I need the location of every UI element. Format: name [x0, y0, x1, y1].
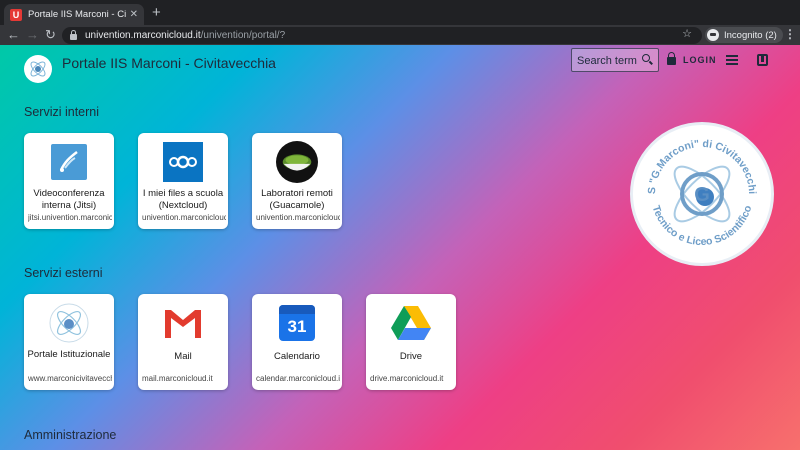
guacamole-icon — [276, 141, 318, 183]
browser-tab[interactable]: U Portale IIS Marconi - Civitavecchia ✕ — [4, 4, 144, 25]
tile-nextcloud[interactable]: I miei files a scuola (Nextcloud) univen… — [138, 133, 228, 229]
url-host: univention.marconicloud.it — [85, 30, 201, 41]
tile-drive[interactable]: Drive drive.marconicloud.it — [366, 294, 456, 390]
menu-icon[interactable] — [726, 55, 738, 65]
section-title-servizi-esterni: Servizi esterni — [24, 266, 103, 280]
nextcloud-icon — [162, 141, 204, 183]
browser-toolbar: ← → ↻ univention.marconicloud.it/univent… — [0, 25, 800, 45]
tile-calendario[interactable]: 31 Calendario calendar.marconicloud.it — [252, 294, 342, 390]
incognito-badge[interactable]: Incognito (2) — [705, 27, 783, 43]
tile-name: Portale Istituzionale — [27, 349, 111, 360]
marconi-icon — [48, 302, 90, 344]
new-tab-icon[interactable]: + — [152, 5, 161, 20]
tile-name: Videoconferenza interna (Jitsi) — [33, 188, 105, 211]
reload-icon[interactable]: ↻ — [45, 27, 56, 43]
incognito-icon — [707, 29, 719, 41]
gmail-icon — [162, 302, 204, 344]
portal-page: Portale IIS Marconi - Civitavecchia LOGI… — [0, 45, 800, 450]
calendar-icon: 31 — [276, 302, 318, 344]
drive-icon — [390, 302, 432, 344]
browser-tabstrip: U Portale IIS Marconi - Civitavecchia ✕ … — [0, 0, 800, 25]
tile-name: Mail — [174, 351, 192, 362]
portal-header: Portale IIS Marconi - Civitavecchia LOGI… — [0, 45, 800, 83]
tile-jitsi[interactable]: Videoconferenza interna (Jitsi) jitsi.un… — [24, 133, 114, 229]
tile-portale-istituzionale[interactable]: Portale Istituzionale www.marconicivitav… — [24, 294, 114, 390]
tile-name: Drive — [399, 351, 423, 362]
tile-guacamole[interactable]: Laboratori remoti (Guacamole) univention… — [252, 133, 342, 229]
close-tab-icon[interactable]: ✕ — [130, 9, 138, 20]
jitsi-icon — [48, 141, 90, 183]
incognito-label: Incognito (2) — [724, 29, 777, 41]
tile-name: Laboratori remoti (Guacamole) — [261, 188, 333, 211]
notifications-icon[interactable] — [757, 54, 768, 66]
lock-icon — [667, 52, 676, 65]
logo-bottom-text: Tecnico e Liceo Scientifico — [650, 204, 755, 248]
url-path: /univention/portal/? — [200, 30, 286, 41]
svg-text:Tecnico e Liceo Scientifico: Tecnico e Liceo Scientifico — [650, 204, 755, 248]
tab-favicon: U — [10, 8, 22, 21]
search-icon[interactable] — [642, 54, 650, 62]
back-arrow-icon[interactable]: ← — [7, 27, 20, 43]
tile-mail[interactable]: Mail mail.marconicloud.it — [138, 294, 228, 390]
tile-link: jitsi.univention.marconicloud.it — [28, 213, 112, 222]
tile-name: I miei files a scuola (Nextcloud) — [142, 188, 224, 211]
section-title-amministrazione: Amministrazione — [24, 428, 117, 442]
secure-lock-icon — [70, 30, 77, 40]
tile-link: univention.marconicloud.it — [256, 213, 340, 222]
tab-title: Portale IIS Marconi - Civitavecchia — [28, 9, 126, 20]
school-logo: IIS "G.Marconi" di Civitavecchia Tecnico… — [630, 116, 774, 266]
section-title-servizi-interni: Servizi interni — [24, 105, 100, 119]
tile-link: www.marconicivitavecchia.edu.it — [28, 374, 112, 383]
tile-name: Calendario — [274, 351, 320, 362]
search-input[interactable] — [577, 53, 639, 68]
tile-link: calendar.marconicloud.it — [256, 374, 340, 383]
calendar-day: 31 — [287, 317, 307, 336]
search-box[interactable] — [571, 48, 659, 72]
tile-link: drive.marconicloud.it — [370, 374, 444, 383]
logo-icon[interactable] — [24, 55, 52, 83]
bookmark-star-icon[interactable]: ☆ — [682, 27, 692, 40]
logo-monogram: G — [694, 184, 710, 206]
page-title: Portale IIS Marconi - Civitavecchia — [62, 55, 276, 71]
address-bar[interactable]: univention.marconicloud.it/univention/po… — [62, 27, 702, 44]
tile-link: univention.marconicloud.it — [142, 213, 226, 222]
tile-link: mail.marconicloud.it — [142, 374, 213, 383]
login-label: LOGIN — [683, 54, 717, 65]
browser-menu-icon[interactable]: ⋮ — [784, 27, 796, 41]
forward-arrow-icon[interactable]: → — [26, 27, 39, 43]
login-button[interactable]: LOGIN — [667, 52, 717, 65]
